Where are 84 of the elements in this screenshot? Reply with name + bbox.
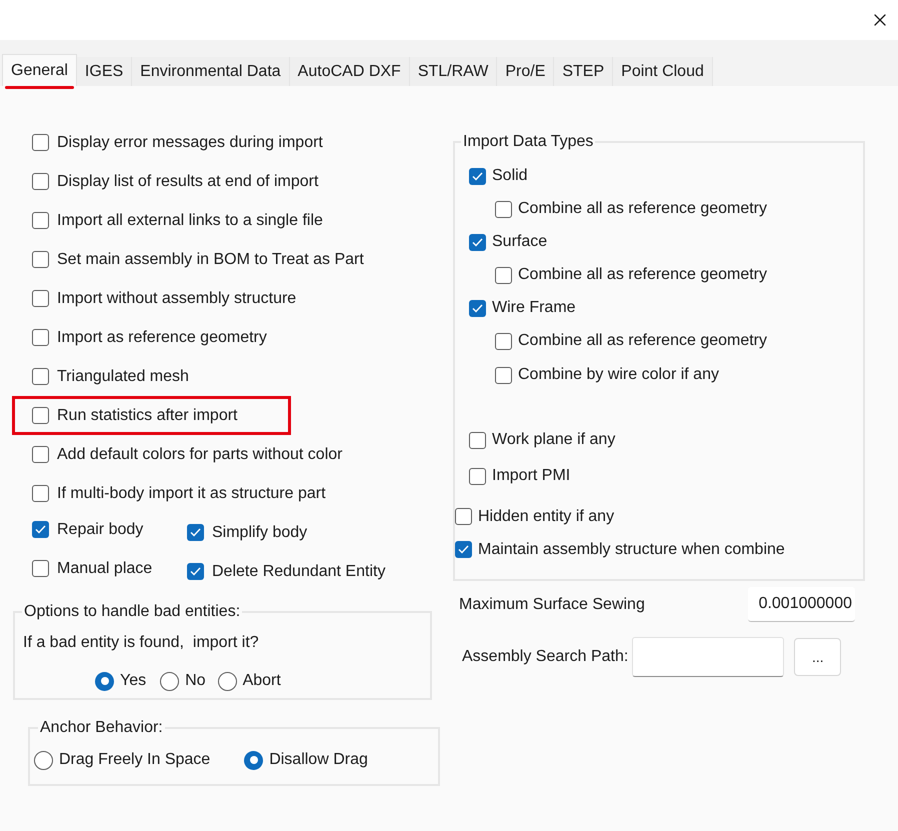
group-title: Options to handle bad entities: (23, 602, 242, 622)
checkbox-label: Maintain assembly structure when combine (478, 540, 785, 560)
radio-button[interactable] (218, 672, 237, 690)
checkbox[interactable] (187, 563, 204, 580)
checkbox[interactable] (32, 134, 49, 151)
check-icon (472, 238, 483, 246)
checkbox[interactable] (32, 251, 49, 268)
radio-label: Yes (120, 671, 146, 691)
checkbox-label: If multi-body import it as structure part (57, 484, 326, 504)
checkbox-label: Display error messages during import (57, 132, 323, 152)
group-title: Import Data Types (462, 132, 594, 152)
checkbox-label: Import without assembly structure (57, 288, 296, 308)
radio-button[interactable] (95, 672, 114, 690)
tab[interactable]: IGES (76, 57, 132, 86)
checkbox[interactable] (32, 485, 49, 502)
checkbox[interactable] (455, 541, 472, 558)
checkbox[interactable] (495, 332, 512, 350)
radio-button[interactable] (160, 672, 180, 690)
radio-label: No (185, 671, 206, 691)
tab[interactable]: AutoCAD DXF (290, 57, 410, 86)
checkbox-label: Run statistics after import (57, 406, 238, 426)
checkbox-label: Combine all as reference geometry (518, 199, 768, 219)
checkbox-label: Work plane if any (492, 430, 616, 450)
checkbox[interactable] (32, 407, 49, 424)
checkbox[interactable] (32, 290, 49, 307)
checkbox-label: Combine all as reference geometry (518, 331, 768, 351)
checkbox-label: Simplify body (212, 522, 308, 542)
radio-label: Disallow Drag (269, 750, 368, 770)
tab[interactable]: Pro/E (497, 57, 554, 86)
checkbox-label: Import PMI (492, 466, 570, 486)
browse-button[interactable]: ... (794, 638, 842, 676)
checkbox-label: Wire Frame (492, 298, 576, 318)
checkbox-label: Import as reference geometry (57, 328, 267, 348)
question-text: If a bad entity is found, import it? (23, 633, 260, 653)
checkbox[interactable] (469, 168, 486, 184)
checkbox-label: Solid (492, 166, 528, 186)
checkbox[interactable] (32, 329, 49, 346)
checkbox-label: Display list of results at end of import (57, 172, 318, 192)
checkbox-label: Delete Redundant Entity (212, 562, 386, 582)
checkbox[interactable] (32, 560, 49, 577)
radio-label: Abort (242, 671, 281, 691)
checkbox-label: Triangulated mesh (57, 366, 189, 386)
tab[interactable]: STL/RAW (410, 57, 498, 86)
checkbox-label: Repair body (57, 520, 144, 540)
check-icon (190, 528, 201, 537)
checkbox-label: Set main assembly in BOM to Treat as Part (57, 250, 364, 270)
checkbox[interactable] (469, 432, 486, 448)
check-icon (472, 172, 483, 180)
radio-button[interactable] (34, 750, 53, 770)
input-field[interactable] (632, 637, 784, 677)
checkbox[interactable] (469, 234, 486, 250)
checkbox[interactable] (469, 300, 486, 316)
checkbox-label: Combine by wire color if any (518, 365, 719, 385)
check-icon (472, 304, 483, 312)
checkbox[interactable] (495, 366, 512, 384)
tab[interactable]: Point Cloud (613, 57, 713, 86)
checkbox-label: Manual place (57, 558, 152, 578)
checkbox-label: Import all external links to a single file (57, 210, 323, 230)
checkbox-label: Combine all as reference geometry (518, 265, 768, 285)
check-icon (190, 567, 201, 576)
radio-button[interactable] (244, 750, 264, 770)
checkbox[interactable] (32, 368, 49, 385)
radio-label: Drag Freely In Space (59, 750, 210, 770)
checkbox[interactable] (32, 521, 49, 538)
checkbox[interactable] (32, 446, 49, 463)
tab[interactable]: STEP (554, 57, 614, 86)
checkbox[interactable] (187, 524, 204, 541)
checkbox[interactable] (469, 468, 486, 484)
check-icon (35, 525, 46, 534)
tab[interactable]: Environmental Data (132, 57, 290, 86)
group-title: Anchor Behavior: (39, 718, 164, 738)
field-label: Assembly Search Path: (462, 647, 628, 667)
field-label: Maximum Surface Sewing (459, 594, 645, 614)
input-field[interactable]: 0.001000000 (748, 587, 855, 622)
checkbox[interactable] (32, 212, 49, 229)
checkbox[interactable] (495, 266, 512, 284)
checkbox-label: Add default colors for parts without color (57, 444, 342, 464)
tab[interactable]: General (2, 54, 77, 86)
check-icon (458, 545, 469, 554)
checkbox[interactable] (455, 508, 472, 525)
checkbox[interactable] (495, 200, 512, 218)
checkbox-label: Surface (492, 232, 548, 252)
checkbox[interactable] (32, 173, 49, 190)
checkbox-label: Hidden entity if any (478, 506, 614, 526)
